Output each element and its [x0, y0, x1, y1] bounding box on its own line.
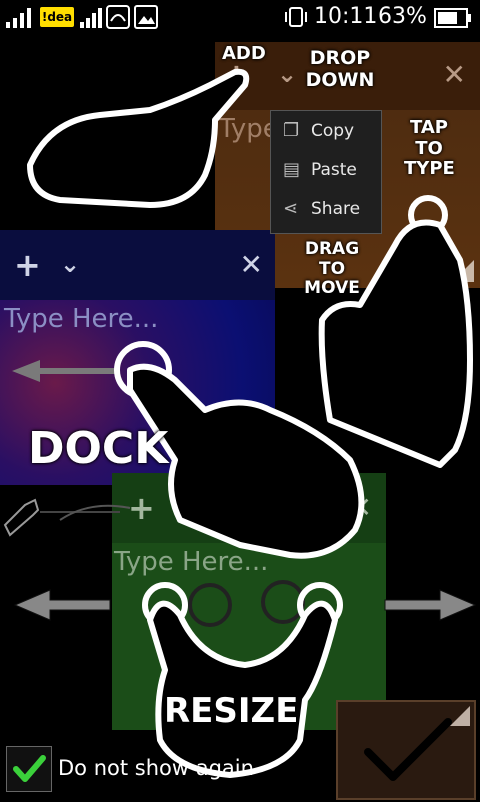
pencil-icon [3, 498, 40, 537]
arrow-left-icon [13, 589, 111, 621]
arrow-right-icon [384, 589, 477, 621]
hint-dock: DOCK [28, 423, 169, 474]
hint-add: ADD [222, 43, 266, 64]
dont-show-label[interactable]: Do not show again [58, 756, 254, 780]
hint-resize: RESIZE [164, 691, 299, 732]
hand-illustration [27, 68, 250, 208]
hint-drop-down: DROP DOWN [305, 47, 375, 91]
confirm-button[interactable] [336, 700, 476, 800]
hint-drag-to-move: DRAG TO MOVE [304, 239, 360, 299]
hand-illustration [147, 600, 338, 778]
tap-ring [261, 580, 305, 624]
checkmark-icon [13, 755, 46, 782]
tap-ring [188, 583, 232, 627]
resize-handle-icon [450, 706, 470, 726]
hint-tap-to-type: TAP TO TYPE [404, 117, 455, 180]
dont-show-checkbox[interactable] [6, 746, 52, 792]
